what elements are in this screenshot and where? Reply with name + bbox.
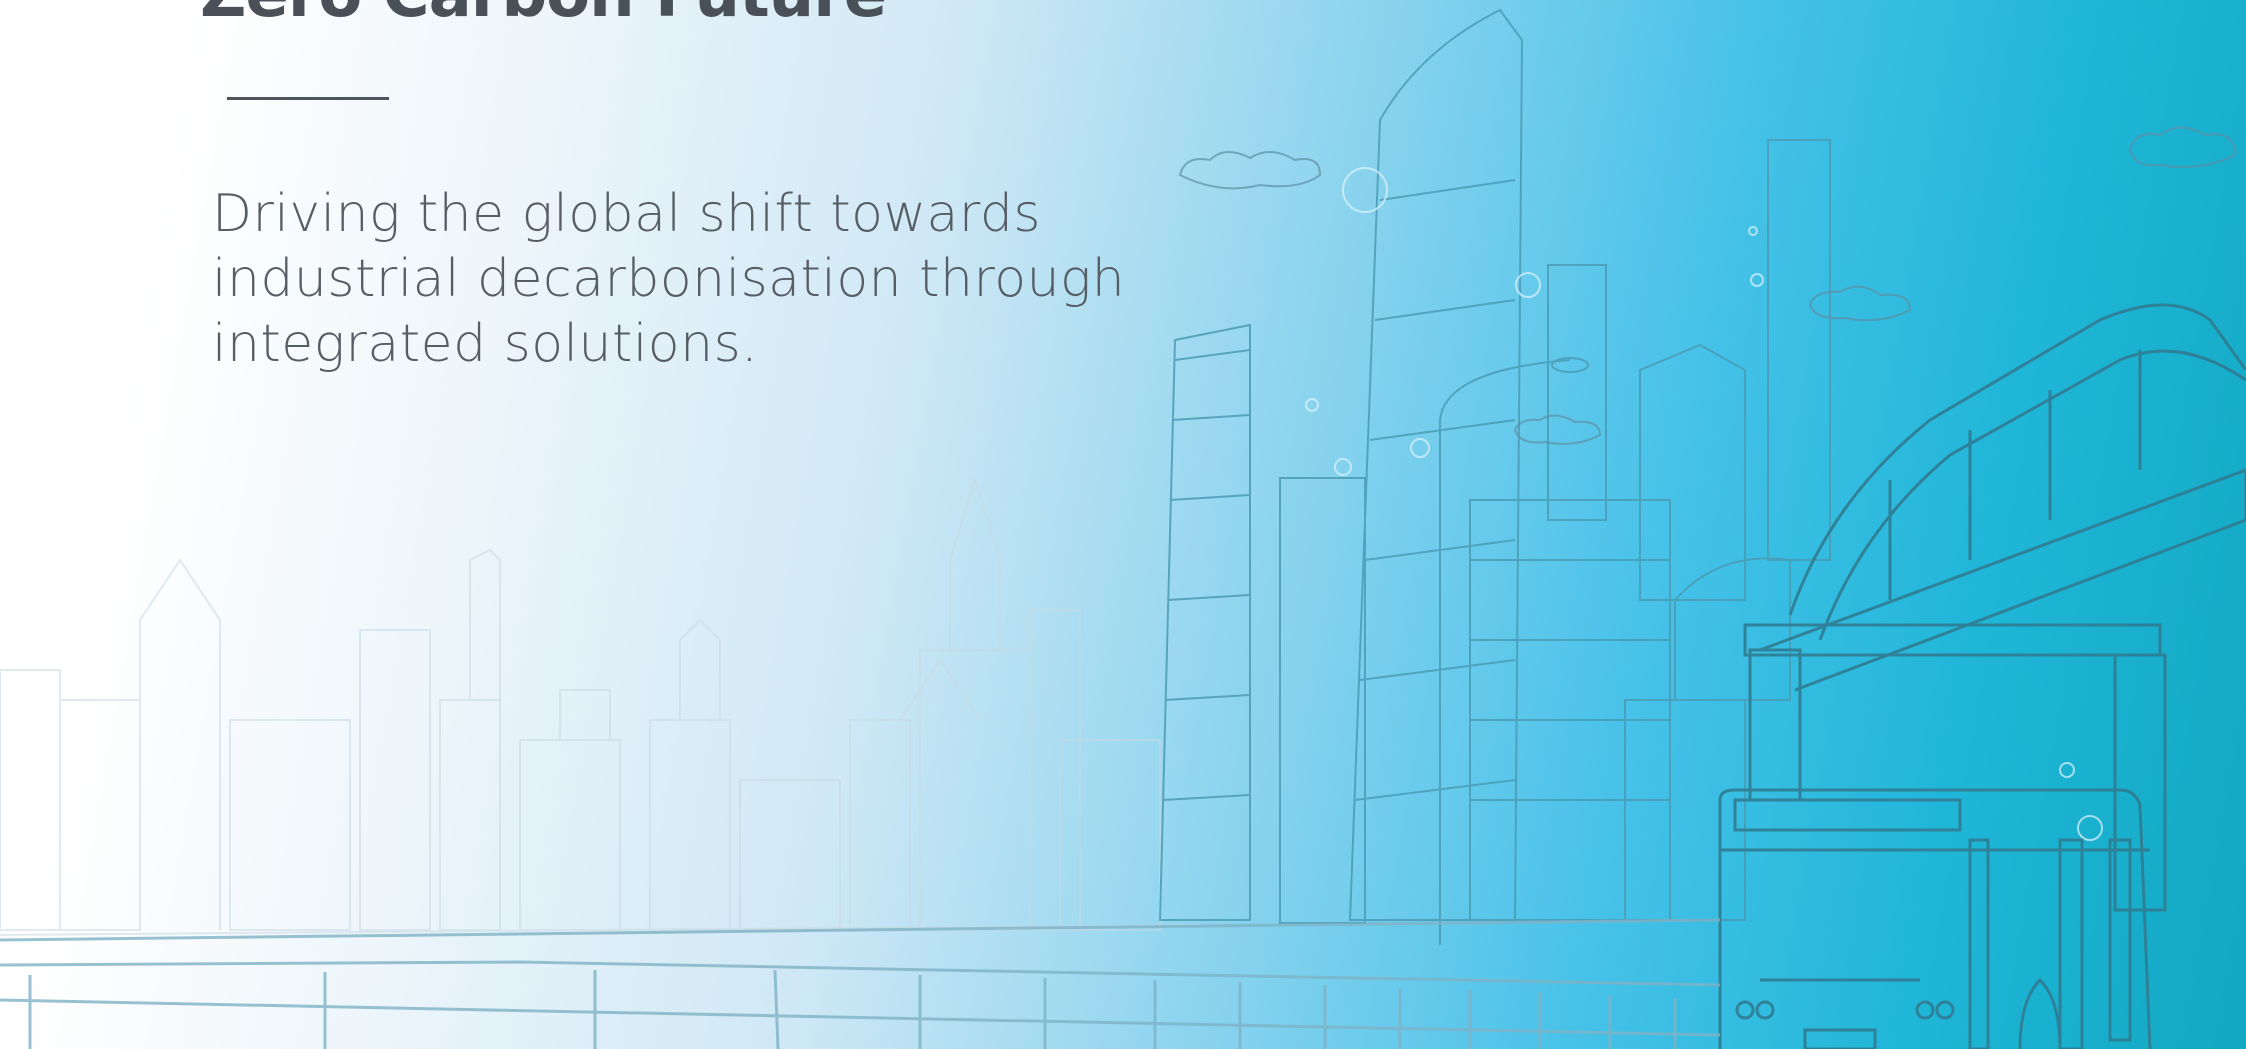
clouds xyxy=(1178,126,2237,445)
title-divider xyxy=(227,97,389,100)
tower-group xyxy=(1158,8,1831,945)
page-title: Zero Carbon Future xyxy=(200,0,887,32)
monorail-bus-group xyxy=(1718,303,2246,1049)
hero-banner: Zero Carbon Future Driving the global sh… xyxy=(0,0,2246,1049)
overpass xyxy=(0,918,1721,1049)
hero-tagline: Driving the global shift towards industr… xyxy=(212,184,1126,374)
faint-background-city xyxy=(0,476,1201,936)
city-skyline-illustration xyxy=(0,8,2246,1049)
bubbles xyxy=(1305,167,2103,841)
